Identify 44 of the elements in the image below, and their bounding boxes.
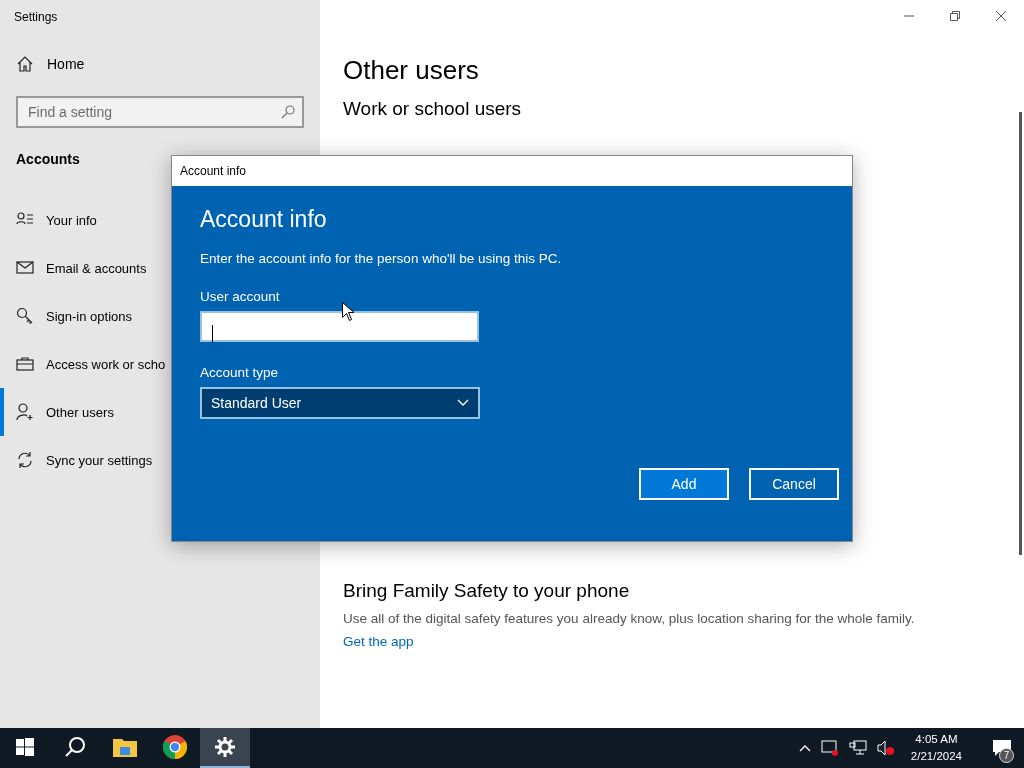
dialog-text: Enter the account info for the person who'll be using this PC. [200,251,563,266]
person-add-icon [16,403,34,421]
field-label: Account type [200,365,280,380]
section-title: Bring Family Safety to your phone [343,580,631,602]
briefcase-icon [16,355,34,373]
mail-icon [16,259,34,277]
chrome-icon[interactable] [163,735,187,759]
dialog-title: Account info [172,156,852,186]
cancel-button[interactable]: Cancel [749,468,839,500]
mouse-pointer-icon [342,302,354,321]
notification-count: 7 [999,748,1014,763]
search-icon [281,105,295,119]
gear-icon[interactable] [215,737,235,757]
clock[interactable]: 4:05 AM 2/21/2024 [910,731,962,765]
section-title: Work or school users [343,98,523,120]
key-icon [16,307,34,325]
search-field[interactable]: Find a setting [16,96,304,128]
description: Use all of the digital safety features you already know, plus location sharing for the whole family. [343,611,916,626]
home-icon [17,56,33,72]
chevron-down-icon [457,399,469,407]
windows-logo-icon[interactable] [16,738,34,756]
folder-icon[interactable] [113,737,137,757]
window-title: Settings [13,9,59,26]
field-label: User account [200,289,281,304]
restore-icon[interactable] [950,11,960,21]
scrollbar[interactable] [1019,112,1022,555]
home-link[interactable]: Home [0,46,320,82]
close-icon[interactable] [996,11,1006,21]
nav-item[interactable]: Sync your settings [0,436,320,484]
add-button[interactable]: Add [639,468,729,500]
search-icon[interactable] [64,736,86,758]
text-cursor [212,325,213,343]
chevron-up-icon[interactable] [798,744,811,752]
network-icon[interactable] [848,740,867,756]
dialog-heading: Account info [200,206,328,233]
volume-muted-icon[interactable] [876,740,895,756]
account-type-dropdown[interactable]: Standard User [200,387,480,419]
user-account-field[interactable] [200,311,479,342]
section-heading: Accounts [16,151,80,167]
sync-icon [16,451,34,469]
get-app-link[interactable]: Get the app [343,634,414,649]
page-title: Other users [343,55,480,86]
monitor-alert-icon[interactable] [820,740,839,756]
notification-button[interactable]: 7 [980,728,1024,768]
